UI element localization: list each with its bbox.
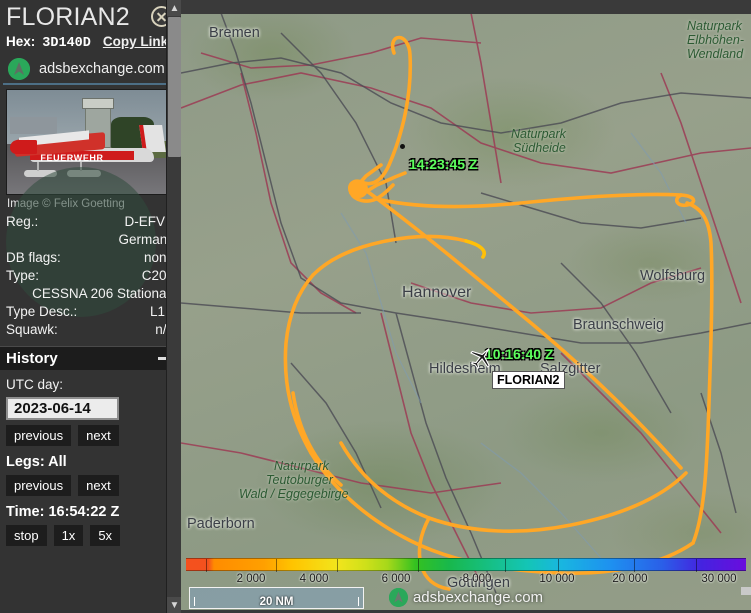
detail-country: Germany [118, 232, 174, 247]
copy-link-button[interactable]: Copy Link [103, 34, 168, 49]
hex-label: Hex: [6, 34, 36, 49]
detail-key: Reg.: [6, 214, 39, 229]
detail-key: Type Desc.: [6, 304, 78, 319]
sidebar-scrollbar[interactable]: ▲ ▼ [166, 0, 181, 613]
map-label-braunschweig: Braunschweig [573, 317, 665, 333]
map-watermark: adsbexchange.com [388, 588, 544, 607]
adsbexchange-logo-icon [8, 57, 30, 80]
map-label-naturpark-elbhoehen-2: Elbhöhen- [687, 33, 744, 47]
speed-5x-button[interactable]: 5x [90, 525, 121, 546]
leg-previous-button[interactable]: previous [6, 475, 72, 496]
leg-nav-buttons: previous next [6, 475, 175, 496]
map-label-naturpark-teutoburger-2: Teutoburger [266, 473, 333, 487]
altitude-tick-label: 6 000 [381, 573, 411, 585]
map-label-naturpark-teutoburger-1: Naturpark [274, 459, 329, 473]
detail-row-squawk: Squawk: n/a [6, 321, 174, 339]
history-section-header[interactable]: History [0, 346, 181, 370]
altitude-tick-label: 20 000 [612, 573, 648, 585]
history-body: UTC day: previous next Legs: All previou… [0, 370, 181, 546]
map-canvas[interactable]: Bremen Hannover Wolfsburg Braunschweig S… [181, 13, 751, 613]
colorbar-divider [695, 559, 697, 572]
watermark-text: adsbexchange.com [412, 589, 544, 606]
callsign-label: FLORIAN2 [492, 371, 565, 389]
divider [3, 83, 178, 85]
map-label-bremen: Bremen [209, 25, 260, 41]
altitude-tick-label: 10 000 [539, 573, 575, 585]
playback-controls: stop 1x 5x [6, 525, 175, 546]
aircraft-details: Reg.: D-EFVP Germany DB flags: none Type… [0, 167, 181, 339]
map-label-naturpark-suedheide-2: Südheide [513, 141, 566, 155]
adsbexchange-watermark-logo-icon [388, 588, 408, 607]
hex-value: 3D140D [42, 36, 91, 51]
history-heading: History [6, 350, 58, 367]
map-label-naturpark-suedheide-1: Naturpark [511, 127, 566, 141]
map-label-naturpark-elbhoehen-1: Naturpark [687, 19, 742, 33]
photo-livery-text: FEUERWEHR [40, 153, 104, 164]
playback-time: Time: 16:54:22 Z [6, 504, 120, 520]
altitude-tick-label: 30 000 [701, 573, 737, 585]
timestamp-label-current: 10:16:40 Z [485, 346, 554, 362]
altitude-color-scale [186, 558, 746, 572]
track-point-marker [400, 144, 405, 149]
altitude-tick-label: 4 000 [299, 573, 329, 585]
adsb-exchange-app: FLORIAN2 Hex: 3D140D Copy Link adsbexcha… [0, 0, 751, 613]
detail-row-type-desc: Type Desc.: L1P [6, 303, 174, 321]
utc-day-label: UTC day: [6, 377, 64, 392]
map-scroll-indicator[interactable] [741, 587, 751, 595]
map-label-hannover: Hannover [402, 284, 472, 301]
day-next-button[interactable]: next [78, 425, 119, 446]
colorbar-divider [418, 559, 420, 572]
scrollbar-thumb[interactable] [168, 17, 181, 157]
stop-button[interactable]: stop [6, 525, 47, 546]
colorbar-divider [634, 559, 635, 572]
colorbar-divider [558, 559, 560, 572]
map-label-naturpark-teutoburger-3: Wald / Eggegebirge [239, 487, 349, 501]
aircraft-info-sidebar: FLORIAN2 Hex: 3D140D Copy Link adsbexcha… [0, 0, 181, 613]
page-title: FLORIAN2 [6, 3, 130, 31]
map-label-paderborn: Paderborn [187, 516, 255, 532]
detail-row-db-flags: DB flags: none [6, 249, 174, 267]
colorbar-divider [505, 559, 507, 572]
leg-next-button[interactable]: next [78, 475, 119, 496]
altitude-tick-label: 2 000 [236, 573, 266, 585]
map-label-wolfsburg: Wolfsburg [640, 268, 706, 284]
map-top-strip [181, 0, 751, 14]
detail-key: Type: [6, 268, 40, 283]
flight-track [283, 35, 714, 591]
scroll-up-icon[interactable]: ▲ [167, 0, 181, 16]
flight-map[interactable]: Bremen Hannover Wolfsburg Braunschweig S… [181, 0, 751, 613]
colorbar-divider [275, 559, 277, 572]
colorbar-divider [205, 559, 207, 572]
brand-row: adsbexchange.com [0, 54, 181, 82]
utc-day-input[interactable] [6, 397, 119, 420]
detail-key: DB flags: [6, 250, 61, 265]
legs-label: Legs: All [6, 454, 67, 470]
detail-row-type: Type: C206 [6, 267, 174, 285]
hex-row: Hex: 3D140D Copy Link [0, 34, 181, 54]
detail-key: Squawk: [6, 322, 58, 337]
brand-name[interactable]: adsbexchange.com [39, 61, 165, 77]
map-scale-bar: 20 NM [189, 587, 364, 609]
scale-bar-label: 20 NM [259, 596, 294, 608]
day-nav-buttons: previous next [6, 425, 175, 446]
speed-1x-button[interactable]: 1x [53, 525, 84, 546]
map-label-naturpark-elbhoehen-3: Wendland [687, 47, 744, 61]
sidebar-header: FLORIAN2 [0, 0, 181, 34]
timestamp-label-start: 14:23:45 Z [409, 156, 478, 172]
detail-row-reg: Reg.: D-EFVP [6, 213, 174, 231]
colorbar-divider [337, 559, 339, 572]
detail-type-long: CESSNA 206 Stationair [32, 286, 174, 301]
scroll-down-icon[interactable]: ▼ [167, 597, 181, 613]
altitude-tick-label: 8 000 [462, 573, 492, 585]
day-previous-button[interactable]: previous [6, 425, 72, 446]
